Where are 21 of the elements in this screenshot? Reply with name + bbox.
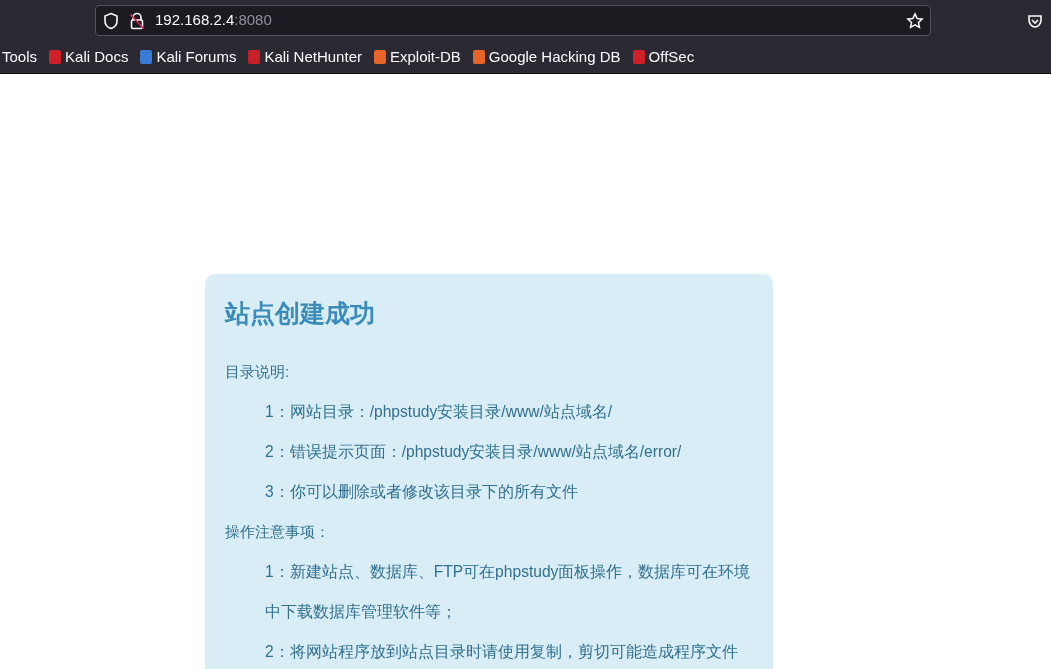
bookmark-item[interactable]: Kali Forums — [140, 45, 237, 69]
shield-icon[interactable] — [103, 11, 119, 30]
lock-slash-icon[interactable] — [129, 11, 145, 30]
pocket-icon[interactable] — [1027, 12, 1043, 29]
section-heading: 操作注意事项： — [225, 522, 331, 542]
list-item: 1：新建站点、数据库、FTP可在phpstudy面板操作，数据库可在环境中下载数据库管理软件等； — [264, 562, 752, 622]
bookmark-item[interactable]: Kali NetHunter — [248, 45, 362, 69]
bookmark-item[interactable]: Exploit-DB — [373, 45, 461, 69]
bookmark-item[interactable]: Google Hacking DB — [472, 45, 621, 69]
list-item: 1：网站目录：/phpstudy安装目录/www/站点域名/ — [264, 402, 614, 422]
list-item: 2：将网站程序放到站点目录时请使用复制，剪切可能造成程序文件 — [264, 642, 739, 662]
bookmark-item[interactable]: Kali Docs — [49, 45, 129, 69]
list-item: 2：错误提示页面：/phpstudy安装目录/www/站点域名/error/ — [264, 442, 683, 462]
url-text: 192.168.2.4:8080 — [155, 10, 272, 31]
bookmark-item[interactable]: OffSec — [632, 45, 695, 69]
address-bar[interactable]: 192.168.2.4:8080 — [95, 5, 931, 36]
section-heading: 目录说明: — [225, 362, 291, 382]
list-item: 3：你可以删除或者修改该目录下的所有文件 — [264, 482, 579, 502]
bookmark-item[interactable]: Tools — [2, 45, 38, 69]
card-title: 站点创建成功 — [225, 298, 376, 329]
star-icon[interactable] — [906, 11, 924, 30]
